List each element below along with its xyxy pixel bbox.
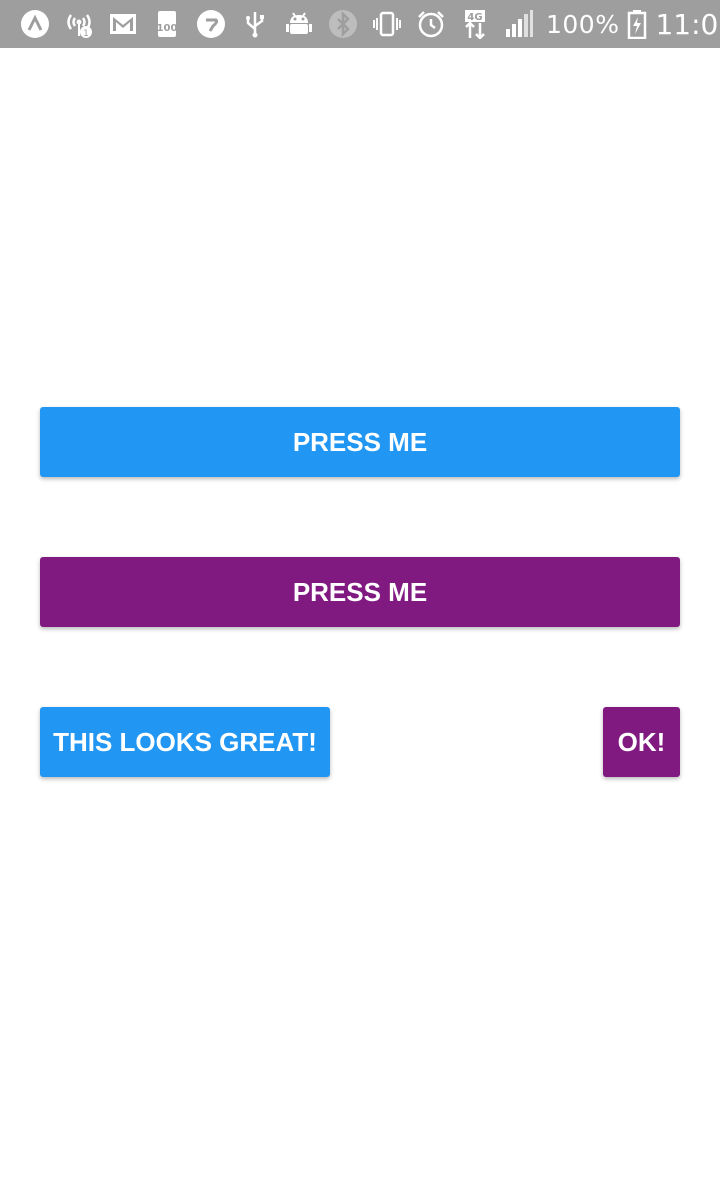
svg-text:4G: 4G <box>467 12 482 23</box>
battery-percent: 100% <box>546 9 620 39</box>
bluetooth-icon <box>326 7 360 41</box>
this-looks-great-button[interactable]: THIS LOOKS GREAT! <box>40 707 330 777</box>
storage-100-icon: 100 <box>150 7 184 41</box>
expo-icon <box>18 7 52 41</box>
wifi-hotspot-icon: 1 <box>62 7 96 41</box>
drive-icon <box>194 7 228 41</box>
svg-text:100: 100 <box>157 23 178 34</box>
gmail-icon <box>106 7 140 41</box>
signal-icon <box>502 7 536 41</box>
vibrate-icon <box>370 7 404 41</box>
press-me-button-purple[interactable]: PRESS ME <box>40 557 680 627</box>
status-right-icons: 4G 100% 11:01 <box>326 7 720 41</box>
battery-charging-icon <box>625 7 649 41</box>
usb-icon <box>238 7 272 41</box>
clock-time: 11:01 <box>655 7 720 41</box>
status-left-icons: 1 100 <box>18 7 326 41</box>
press-me-button-primary[interactable]: PRESS ME <box>40 407 680 477</box>
status-bar: 1 100 4G 100% 11:0 <box>0 0 720 48</box>
android-debug-icon <box>282 7 316 41</box>
data-4g-icon: 4G <box>458 7 492 41</box>
svg-text:1: 1 <box>83 29 89 39</box>
ok-button[interactable]: OK! <box>603 707 680 777</box>
alarm-icon <box>414 7 448 41</box>
